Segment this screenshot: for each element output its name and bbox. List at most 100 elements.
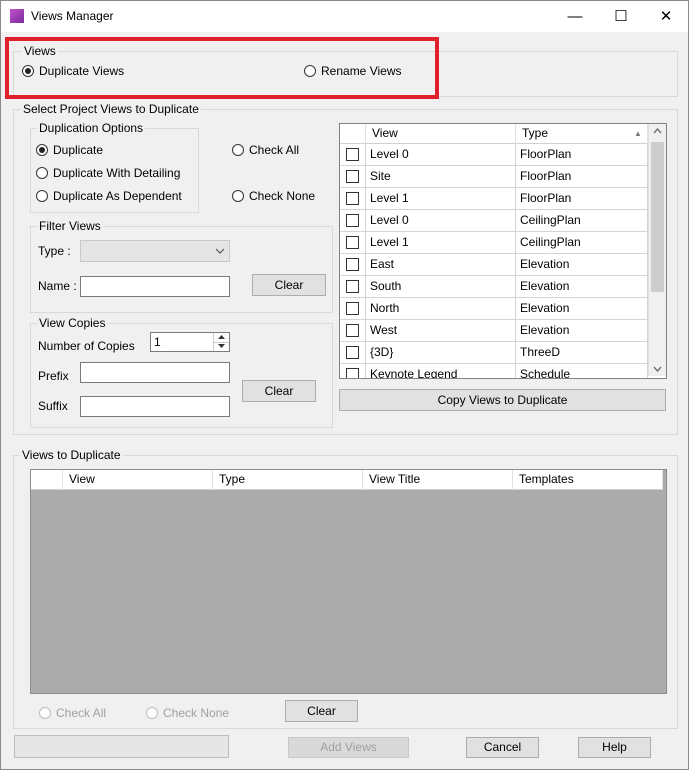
duplicate-with-detailing-radio[interactable] — [36, 167, 48, 179]
dup-check-none-label[interactable]: Check None — [163, 706, 229, 720]
duplicate-as-dependent-label[interactable]: Duplicate As Dependent — [53, 189, 182, 203]
grid-row[interactable]: Level 1 FloorPlan — [340, 188, 648, 210]
filter-clear-button[interactable]: Clear — [252, 274, 326, 296]
grid-scrollbar[interactable] — [648, 124, 666, 376]
dup-header-templates[interactable]: Templates — [513, 470, 663, 490]
grid-row[interactable]: Site FloorPlan — [340, 166, 648, 188]
stepper-down-button[interactable] — [213, 342, 229, 351]
highlight-box — [5, 37, 439, 99]
type-label: Type : — [38, 244, 71, 258]
grid-cell-type: Elevation — [516, 298, 648, 320]
grid-cell-type: Schedule — [516, 364, 648, 378]
check-none-radio[interactable] — [232, 190, 244, 202]
close-button[interactable]: ✕ — [643, 1, 689, 32]
grid-cell-select — [340, 320, 366, 342]
type-dropdown[interactable] — [80, 240, 230, 262]
grid-row[interactable]: South Elevation — [340, 276, 648, 298]
dup-check-none-radio[interactable] — [146, 707, 158, 719]
grid-cell-select — [340, 188, 366, 210]
grid-cell-select — [340, 364, 366, 378]
name-label: Name : — [38, 279, 77, 293]
help-button[interactable]: Help — [578, 737, 651, 758]
views-manager-window: Views Manager — ☐ ✕ Views Duplicate View… — [0, 0, 689, 770]
grid-header-view[interactable]: View — [366, 124, 516, 144]
grid-cell-view: Level 1 — [366, 188, 516, 210]
duplicate-label[interactable]: Duplicate — [53, 143, 103, 157]
grid-cell-view: Keynote Legend — [366, 364, 516, 378]
prefix-input[interactable] — [80, 362, 230, 383]
grid-row[interactable]: Level 1 CeilingPlan — [340, 232, 648, 254]
row-checkbox[interactable] — [346, 368, 359, 378]
grid-row[interactable]: West Elevation — [340, 320, 648, 342]
dup-check-all-radio[interactable] — [39, 707, 51, 719]
grid-header-type[interactable]: Type ▲ — [516, 124, 648, 144]
grid-cell-view: West — [366, 320, 516, 342]
grid-cell-type: CeilingPlan — [516, 232, 648, 254]
grid-cell-view: Level 0 — [366, 210, 516, 232]
row-checkbox[interactable] — [346, 192, 359, 205]
check-none-label[interactable]: Check None — [249, 189, 315, 203]
maximize-button[interactable]: ☐ — [598, 1, 644, 32]
row-checkbox[interactable] — [346, 302, 359, 315]
row-checkbox[interactable] — [346, 324, 359, 337]
views-to-duplicate-grid[interactable]: View Type View Title Templates — [30, 469, 667, 694]
minimize-button[interactable]: — — [552, 1, 598, 32]
row-checkbox[interactable] — [346, 214, 359, 227]
arrow-down-icon — [218, 344, 225, 348]
name-input[interactable] — [80, 276, 230, 297]
check-all-radio[interactable] — [232, 144, 244, 156]
duplication-options-label: Duplication Options — [37, 121, 146, 135]
copy-views-to-duplicate-button[interactable]: Copy Views to Duplicate — [339, 389, 666, 411]
grid-row[interactable]: Level 0 CeilingPlan — [340, 210, 648, 232]
copies-clear-button[interactable]: Clear — [242, 380, 316, 402]
project-views-grid[interactable]: View Type ▲ Level 0 FloorPlan Site FloorPla… — [339, 123, 667, 379]
add-views-button[interactable]: Add Views — [288, 737, 409, 758]
dup-header-type[interactable]: Type — [213, 470, 363, 490]
dup-header-view-title[interactable]: View Title — [363, 470, 513, 490]
grid-cell-select — [340, 232, 366, 254]
grid-cell-type: FloorPlan — [516, 144, 648, 166]
suffix-input[interactable] — [80, 396, 230, 417]
cancel-button[interactable]: Cancel — [466, 737, 539, 758]
scroll-up-icon[interactable] — [653, 128, 662, 134]
grid-cell-view: Site — [366, 166, 516, 188]
scrollbar-thumb[interactable] — [651, 142, 664, 292]
grid-cell-select — [340, 298, 366, 320]
dup-check-all-label[interactable]: Check All — [56, 706, 106, 720]
grid-row[interactable]: North Elevation — [340, 298, 648, 320]
grid-cell-view: {3D} — [366, 342, 516, 364]
window-title: Views Manager — [31, 9, 114, 23]
grid-row[interactable]: Level 0 FloorPlan — [340, 144, 648, 166]
duplicate-with-detailing-label[interactable]: Duplicate With Detailing — [53, 166, 180, 180]
dup-clear-button[interactable]: Clear — [285, 700, 358, 722]
row-checkbox[interactable] — [346, 170, 359, 183]
grid-row[interactable]: {3D} ThreeD — [340, 342, 648, 364]
duplicate-radio[interactable] — [36, 144, 48, 156]
row-checkbox[interactable] — [346, 280, 359, 293]
dup-header-view[interactable]: View — [63, 470, 213, 490]
grid-cell-select — [340, 254, 366, 276]
grid-header-select — [340, 124, 366, 144]
arrow-up-icon — [218, 335, 225, 339]
grid-cell-type: CeilingPlan — [516, 210, 648, 232]
view-copies-label: View Copies — [37, 316, 108, 330]
grid-row[interactable]: East Elevation — [340, 254, 648, 276]
dup-header-select — [31, 470, 63, 490]
row-checkbox[interactable] — [346, 236, 359, 249]
select-views-group-label: Select Project Views to Duplicate — [21, 102, 201, 116]
title-bar[interactable]: Views Manager — ☐ ✕ — [1, 1, 688, 32]
grid-cell-select — [340, 144, 366, 166]
grid-cell-type: Elevation — [516, 254, 648, 276]
grid-cell-view: North — [366, 298, 516, 320]
grid-row[interactable]: Keynote Legend Schedule — [340, 364, 648, 378]
grid-cell-view: Level 0 — [366, 144, 516, 166]
row-checkbox[interactable] — [346, 148, 359, 161]
check-all-label[interactable]: Check All — [249, 143, 299, 157]
row-checkbox[interactable] — [346, 258, 359, 271]
scroll-down-icon[interactable] — [653, 366, 662, 372]
row-checkbox[interactable] — [346, 346, 359, 359]
duplicate-as-dependent-radio[interactable] — [36, 190, 48, 202]
number-of-copies-stepper[interactable]: 1 — [150, 332, 230, 352]
grid-cell-type: ThreeD — [516, 342, 648, 364]
grid-cell-view: East — [366, 254, 516, 276]
